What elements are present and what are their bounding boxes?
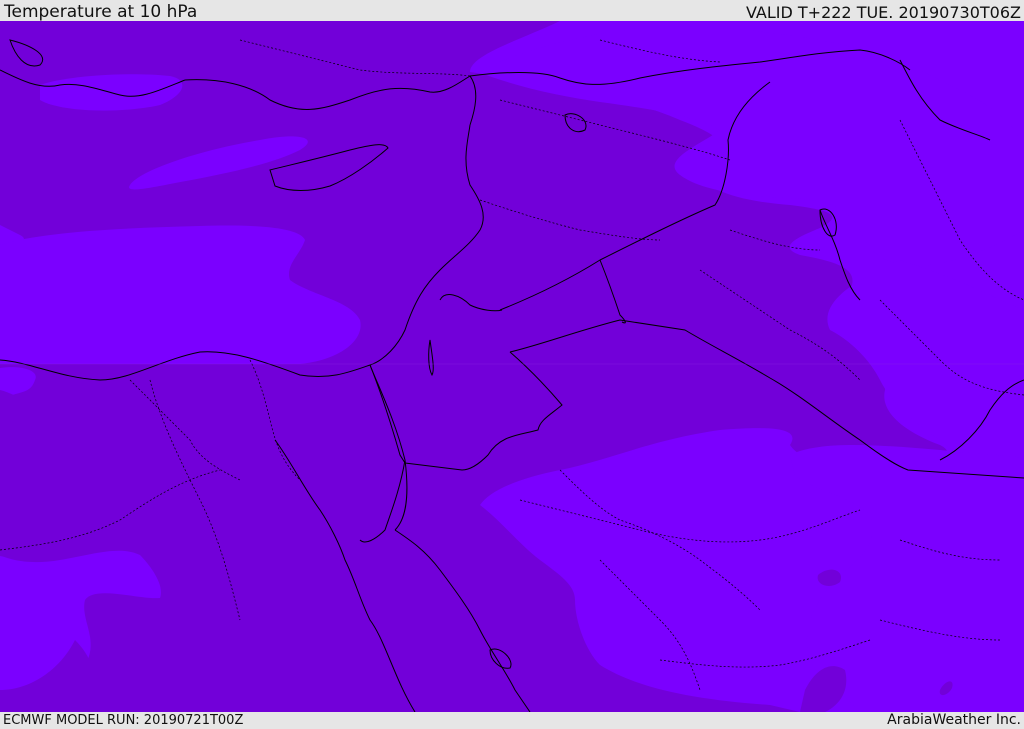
header-bar: Temperature at 10 hPa VALID T+222 TUE. 2… [0, 0, 1024, 21]
credit-label: ArabiaWeather Inc. [887, 712, 1021, 728]
footer-bar: ECMWF MODEL RUN: 20190721T00Z ArabiaWeat… [0, 712, 1024, 729]
model-run-label: ECMWF MODEL RUN: 20190721T00Z [3, 713, 244, 728]
temperature-map[interactable] [0, 21, 1024, 712]
map-title: Temperature at 10 hPa [4, 2, 198, 22]
valid-time-label: VALID T+222 TUE. 20190730T06Z [745, 3, 1021, 22]
map-canvas[interactable] [0, 21, 1024, 712]
